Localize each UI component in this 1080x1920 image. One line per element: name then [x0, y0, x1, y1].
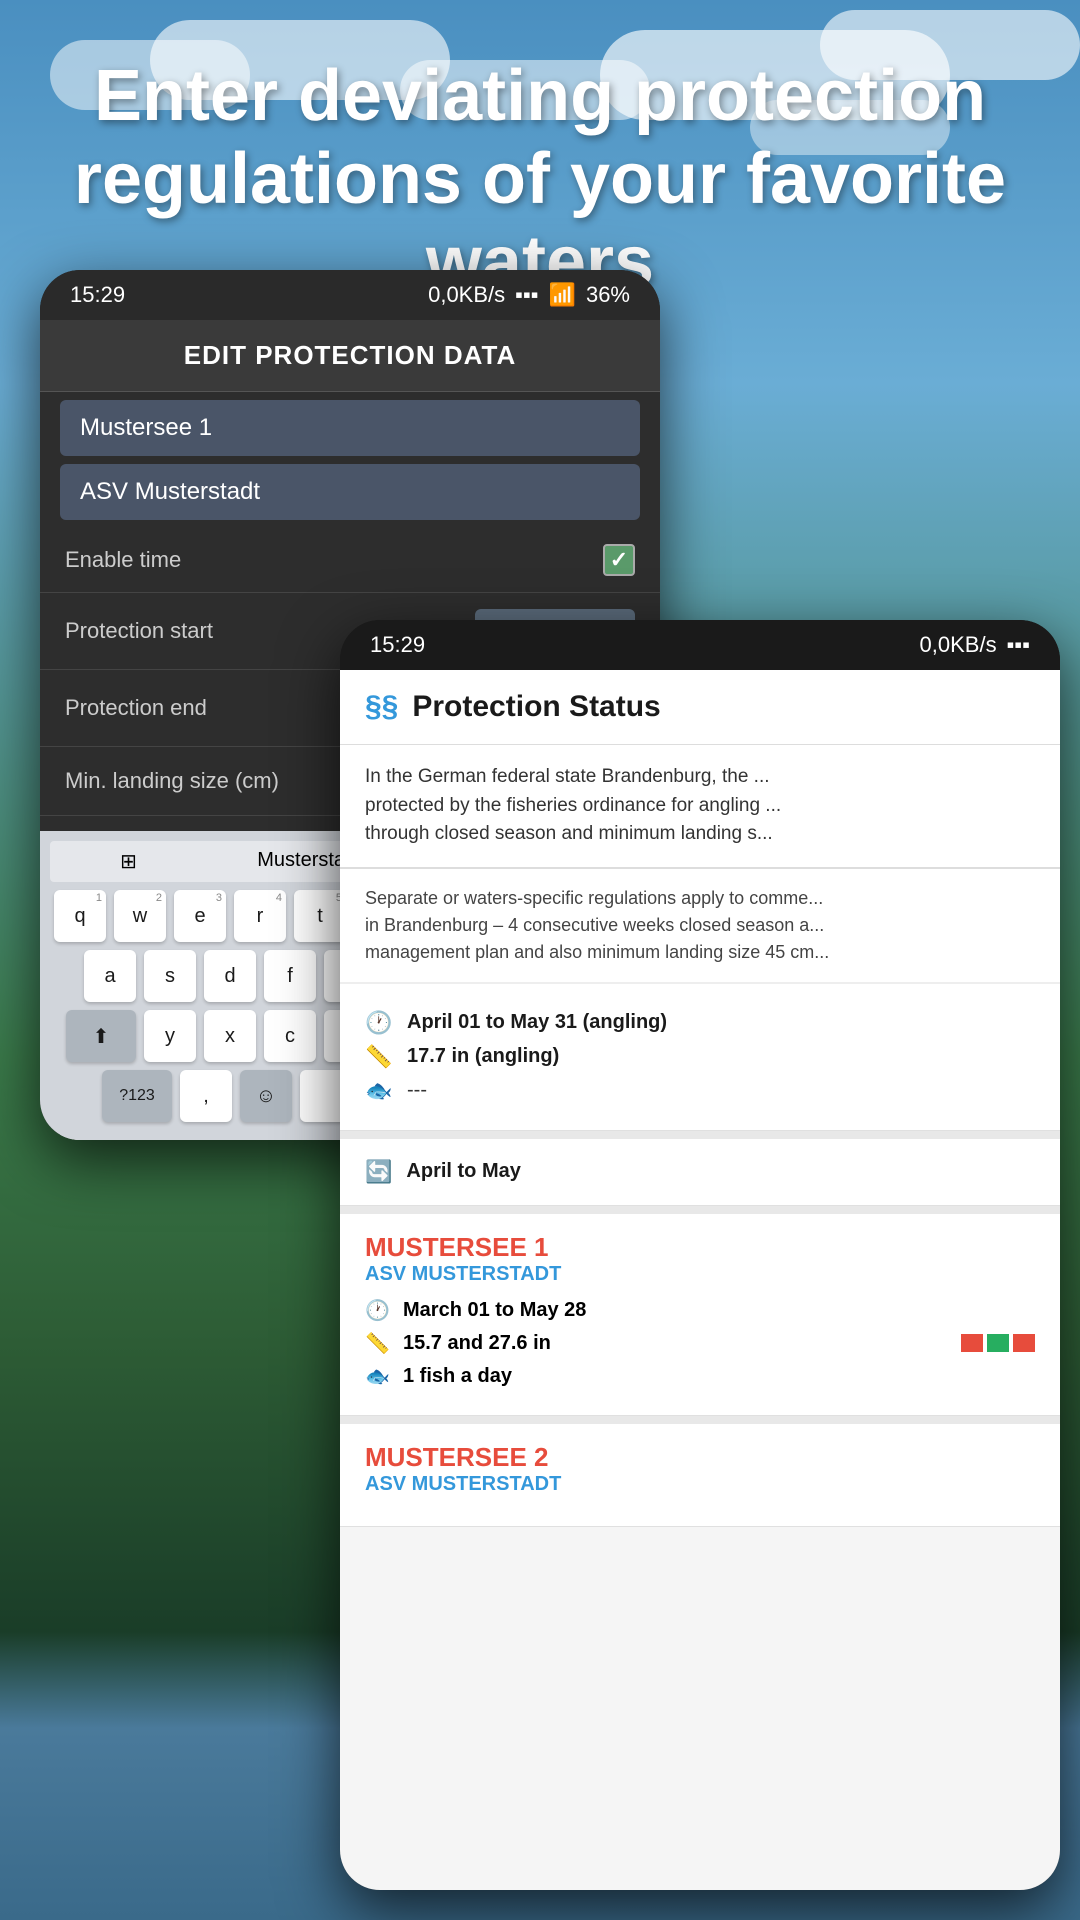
regulation-line3: management plan and also minimum landing…: [365, 942, 829, 962]
signal-right: ▪▪▪: [1007, 632, 1030, 658]
mustersee2-location-card: MUSTERSEE 2 ASV MUSTERSTADT: [340, 1424, 1060, 1527]
regulation-text: Separate or waters-specific regulations …: [340, 869, 1060, 984]
key-e[interactable]: e3: [174, 890, 226, 942]
reg-size-row: 📏 17.7 in (angling): [365, 1044, 1035, 1070]
loc1-size-row: 📏 15.7 and 27.6 in: [365, 1331, 1035, 1356]
mustersee1-location-card: MUSTERSEE 1 ASV MUSTERSTADT 🕐 March 01 t…: [340, 1214, 1060, 1416]
key-x[interactable]: x: [204, 1010, 256, 1062]
loc1-clock-icon: 🕐: [365, 1298, 391, 1323]
loc1-time-value: March 01 to May 28: [403, 1299, 586, 1322]
loc2-name: MUSTERSEE 2: [365, 1442, 1035, 1473]
lake-field[interactable]: Mustersee 1: [60, 400, 640, 456]
status-bar-right: 15:29 0,0KB/s ▪▪▪: [340, 620, 1060, 670]
dialog-title: EDIT PROTECTION DATA: [40, 320, 660, 392]
april-to-may-text: April to May: [406, 1160, 520, 1183]
reg-time-value: April 01 to May 31 (angling): [407, 1011, 667, 1034]
april-to-may-row: 🔄 April to May: [340, 1139, 1060, 1206]
size-indicator: [961, 1334, 1035, 1352]
section-icon: §§: [365, 690, 398, 724]
key-r[interactable]: r4: [234, 890, 286, 942]
key-q[interactable]: q1: [54, 890, 106, 942]
key-s[interactable]: s: [144, 950, 196, 1002]
protection-start-label: Protection start: [65, 618, 213, 644]
enable-time-label: Enable time: [65, 547, 181, 573]
key-t[interactable]: t5: [294, 890, 346, 942]
regulation-line1: Separate or waters-specific regulations …: [365, 888, 823, 908]
reg-ruler-icon: 📏: [365, 1044, 393, 1070]
battery-left: 36%: [586, 282, 630, 308]
protection-end-label: Protection end: [65, 695, 207, 721]
regulation-line2: in Brandenburg – 4 consecutive weeks clo…: [365, 915, 824, 935]
separator-2: [340, 1206, 1060, 1214]
min-landing-label: Min. landing size (cm): [65, 768, 279, 794]
phone-right: 15:29 0,0KB/s ▪▪▪ §§ Protection Status I…: [340, 620, 1060, 1890]
size-bar-red-1: [961, 1334, 983, 1352]
reg-time-row: 🕐 April 01 to May 31 (angling): [365, 1010, 1035, 1036]
key-f[interactable]: f: [264, 950, 316, 1002]
club-field[interactable]: ASV Musterstadt: [60, 464, 640, 520]
speed-left: 0,0KB/s: [428, 282, 505, 308]
loc1-time-row: 🕐 March 01 to May 28: [365, 1298, 1035, 1323]
key-c[interactable]: c: [264, 1010, 316, 1062]
separator-3: [340, 1416, 1060, 1424]
protection-text-line3: through closed season and minimum landin…: [365, 823, 773, 844]
protection-text-line2: protected by the fisheries ordinance for…: [365, 795, 781, 816]
key-123[interactable]: ?123: [102, 1070, 172, 1122]
loc1-fish-icon: 🐟: [365, 1364, 391, 1389]
loc1-club: ASV MUSTERSTADT: [365, 1263, 1035, 1286]
key-comma[interactable]: ,: [180, 1070, 232, 1122]
key-d[interactable]: d: [204, 950, 256, 1002]
time-left: 15:29: [70, 282, 125, 308]
speed-right: 0,0KB/s: [920, 632, 997, 658]
reg-fish-icon: 🐟: [365, 1078, 393, 1104]
key-emoji[interactable]: ☺: [240, 1070, 292, 1122]
suggestion-apps-icon: ⊞: [120, 849, 137, 874]
loc1-size-value: 15.7 and 27.6 in: [403, 1332, 551, 1355]
loc1-ruler-icon: 📏: [365, 1331, 391, 1356]
key-a[interactable]: a: [84, 950, 136, 1002]
loc1-name: MUSTERSEE 1: [365, 1232, 1035, 1263]
loc1-catch-row: 🐟 1 fish a day: [365, 1364, 1035, 1389]
header-section: Enter deviating protection regulations o…: [0, 55, 1080, 303]
separator-1: [340, 1131, 1060, 1139]
key-w[interactable]: w2: [114, 890, 166, 942]
status-bar-left: 15:29 0,0KB/s ▪▪▪ 📶 36%: [40, 270, 660, 320]
protection-description: In the German federal state Brandenburg,…: [340, 745, 1060, 869]
wifi-icon: 📶: [549, 282, 576, 308]
reg-catch-value: ---: [407, 1079, 427, 1102]
time-right: 15:29: [370, 632, 425, 658]
enable-time-row[interactable]: Enable time: [40, 528, 660, 593]
screen-content-right: §§ Protection Status In the German feder…: [340, 670, 1060, 1890]
protection-status-header: §§ Protection Status: [340, 670, 1060, 745]
size-bar-green: [987, 1334, 1009, 1352]
section-title: Protection Status: [412, 690, 660, 724]
size-bar-red-2: [1013, 1334, 1035, 1352]
reg-size-value: 17.7 in (angling): [407, 1045, 559, 1068]
signal-left: ▪▪▪: [515, 282, 538, 308]
april-clock-icon: 🔄: [365, 1159, 392, 1185]
enable-time-checkbox[interactable]: [603, 544, 635, 576]
loc1-catch-value: 1 fish a day: [403, 1365, 512, 1388]
main-headline: Enter deviating protection regulations o…: [60, 55, 1020, 303]
loc2-club: ASV MUSTERSTADT: [365, 1473, 1035, 1496]
protection-text-content: In the German federal state Brandenburg,…: [365, 766, 770, 787]
regulation-block-1: 🕐 April 01 to May 31 (angling) 📏 17.7 in…: [340, 984, 1060, 1131]
key-y2[interactable]: y: [144, 1010, 196, 1062]
reg-catch-row: 🐟 ---: [365, 1078, 1035, 1104]
reg-clock-icon: 🕐: [365, 1010, 393, 1036]
key-shift[interactable]: ⬆: [66, 1010, 136, 1062]
